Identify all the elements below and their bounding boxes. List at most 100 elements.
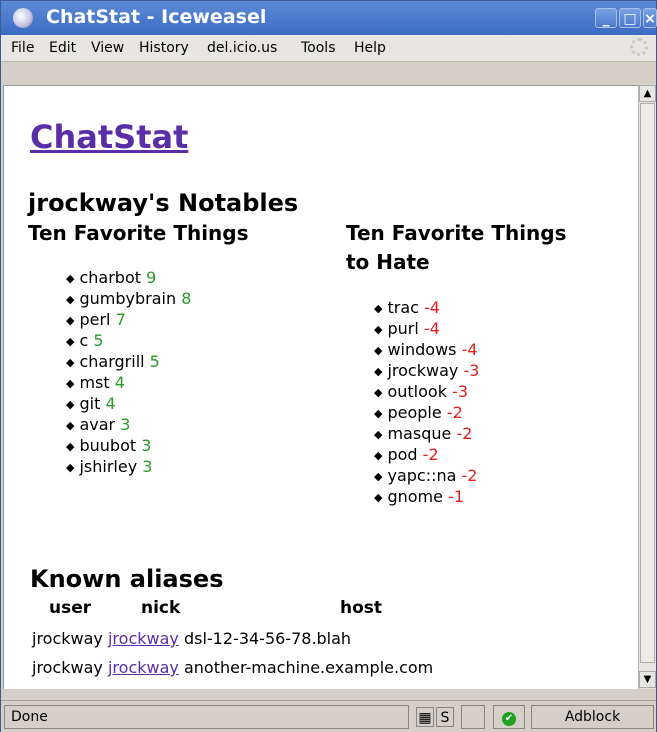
- item-name: git: [79, 394, 101, 413]
- item-score: -2: [461, 466, 478, 485]
- minimize-button[interactable]: _: [595, 8, 617, 28]
- list-item: ◆ trac -4: [374, 297, 479, 318]
- alias-nick-link[interactable]: jrockway: [108, 629, 179, 648]
- menu-history[interactable]: History: [139, 40, 189, 56]
- item-name: perl: [79, 310, 111, 329]
- item-name: windows: [387, 340, 457, 359]
- item-name: gumbybrain: [79, 289, 177, 308]
- list-item: ◆ avar 3: [66, 414, 191, 435]
- item-name: jshirley: [79, 457, 138, 476]
- iceweasel-icon: [13, 8, 33, 28]
- column-header-nick: nick: [141, 598, 181, 618]
- list-item: ◆ buubot 3: [66, 435, 191, 456]
- scrollbar-thumb[interactable]: [640, 103, 655, 663]
- page-info-icon[interactable]: ▦: [416, 707, 434, 727]
- adblock-button[interactable]: Adblock: [531, 705, 654, 729]
- list-item: ◆ gnome -1: [374, 486, 479, 507]
- item-score: 9: [146, 268, 157, 287]
- favorites-heading: Ten Favorite Things: [28, 221, 249, 245]
- list-item: ◆ jrockway -3: [374, 360, 479, 381]
- item-score: 8: [181, 289, 192, 308]
- hate-heading: Ten Favorite Things to Hate: [346, 219, 567, 277]
- item-name: gnome: [387, 487, 443, 506]
- list-item: ◆ charbot 9: [66, 267, 191, 288]
- item-name: mst: [79, 373, 110, 392]
- bullet-icon: ◆: [66, 419, 75, 432]
- item-score: 5: [93, 331, 104, 350]
- bullet-icon: ◆: [66, 314, 75, 327]
- bullet-icon: ◆: [374, 449, 383, 462]
- list-item: ◆ c 5: [66, 330, 191, 351]
- bullet-icon: ◆: [66, 293, 75, 306]
- bullet-icon: ◆: [374, 323, 383, 336]
- scroll-down-arrow-icon[interactable]: ▼: [639, 671, 656, 688]
- bullet-icon: ◆: [374, 386, 383, 399]
- page-title-link[interactable]: ChatStat: [30, 118, 188, 156]
- bullet-icon: ◆: [66, 398, 75, 411]
- alias-row: jrockway jrockway another-machine.exampl…: [32, 658, 433, 677]
- item-score: -3: [463, 361, 480, 380]
- item-score: 3: [142, 457, 153, 476]
- maximize-button[interactable]: □: [619, 8, 641, 28]
- list-item: ◆ git 4: [66, 393, 191, 414]
- hate-heading-line2: to Hate: [346, 250, 430, 274]
- alias-host: another-machine.example.com: [183, 658, 434, 677]
- vertical-scrollbar[interactable]: ▲ ▼: [638, 85, 656, 689]
- item-name: people: [387, 403, 442, 422]
- browser-window: ChatStat - Iceweasel _ □ × File Edit Vie…: [0, 0, 657, 732]
- list-item: ◆ people -2: [374, 402, 479, 423]
- item-name: chargrill: [79, 352, 145, 371]
- item-score: 3: [120, 415, 131, 434]
- alias-nick-link[interactable]: jrockway: [108, 658, 179, 677]
- window-title: ChatStat - Iceweasel: [46, 6, 267, 28]
- item-score: 7: [115, 310, 126, 329]
- item-score: -2: [422, 445, 439, 464]
- activity-throbber-icon: [630, 38, 648, 56]
- item-name: c: [79, 331, 89, 350]
- item-name: masque: [387, 424, 452, 443]
- item-name: charbot: [79, 268, 142, 287]
- menu-edit[interactable]: Edit: [49, 40, 76, 56]
- bullet-icon: ◆: [66, 461, 75, 474]
- list-item: ◆ pod -2: [374, 444, 479, 465]
- item-name: pod: [387, 445, 418, 464]
- item-score: -4: [461, 340, 478, 359]
- item-name: buubot: [79, 436, 137, 455]
- bullet-icon: ◆: [66, 440, 75, 453]
- bullet-icon: ◆: [374, 428, 383, 441]
- list-item: ◆ windows -4: [374, 339, 479, 360]
- column-header-user: user: [49, 598, 92, 618]
- scroll-up-arrow-icon[interactable]: ▲: [639, 85, 656, 102]
- list-item: ◆ gumbybrain 8: [66, 288, 191, 309]
- item-name: trac: [387, 298, 419, 317]
- list-item: ◆ purl -4: [374, 318, 479, 339]
- item-name: yapc::na: [387, 466, 457, 485]
- item-score: -4: [423, 319, 440, 338]
- security-ok-icon[interactable]: ✔: [493, 705, 525, 729]
- bullet-icon: ◆: [66, 377, 75, 390]
- list-item: ◆ chargrill 5: [66, 351, 191, 372]
- menu-tools[interactable]: Tools: [301, 40, 336, 56]
- list-item: ◆ outlook -3: [374, 381, 479, 402]
- bullet-icon: ◆: [374, 365, 383, 378]
- list-item: ◆ jshirley 3: [66, 456, 191, 477]
- alias-user: jrockway: [32, 658, 103, 677]
- title-bar[interactable]: ChatStat - Iceweasel _ □ ×: [1, 1, 657, 35]
- item-score: -2: [456, 424, 473, 443]
- alias-row: jrockway jrockway dsl-12-34-56-78.blah: [32, 629, 351, 648]
- menu-delicious[interactable]: del.icio.us: [207, 40, 277, 56]
- menu-view[interactable]: View: [91, 40, 124, 56]
- aliases-heading: Known aliases: [30, 565, 224, 593]
- menu-file[interactable]: File: [11, 40, 34, 56]
- menu-help[interactable]: Help: [354, 40, 386, 56]
- list-item: ◆ mst 4: [66, 372, 191, 393]
- close-button[interactable]: ×: [643, 8, 657, 28]
- script-s-icon[interactable]: S: [436, 707, 454, 727]
- bullet-icon: ◆: [66, 272, 75, 285]
- item-name: purl: [387, 319, 419, 338]
- item-score: 3: [141, 436, 152, 455]
- alias-host: dsl-12-34-56-78.blah: [183, 629, 352, 648]
- bullet-icon: ◆: [66, 335, 75, 348]
- notables-heading: jrockway's Notables: [28, 189, 299, 217]
- status-text: Done: [4, 705, 409, 729]
